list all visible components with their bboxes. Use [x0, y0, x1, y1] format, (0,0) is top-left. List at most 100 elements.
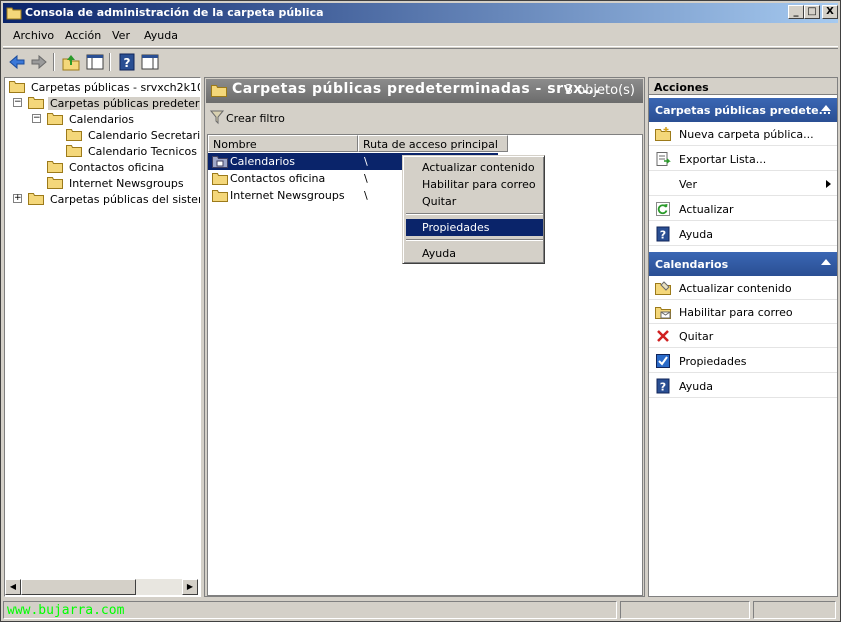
- svg-text:?: ?: [124, 56, 131, 70]
- window-title: Consola de administración de la carpeta …: [25, 6, 324, 19]
- folder-icon: [28, 97, 44, 109]
- column-header-ruta[interactable]: Ruta de acceso principal: [358, 135, 508, 152]
- row-name: Calendarios: [230, 155, 295, 168]
- title-bar[interactable]: Consola de administración de la carpeta …: [3, 3, 838, 23]
- action-quitar[interactable]: Quitar: [649, 324, 837, 348]
- maximize-button[interactable]: □: [804, 5, 820, 19]
- svg-text:?: ?: [660, 381, 666, 394]
- folder-icon: [66, 129, 82, 141]
- action-label: Nueva carpeta pública...: [679, 128, 814, 141]
- action-propiedades[interactable]: Propiedades: [649, 349, 837, 373]
- actions-section-default-folders[interactable]: Carpetas públicas predete...: [649, 98, 837, 122]
- folder-icon: [28, 193, 44, 205]
- expand-toggle[interactable]: +: [13, 194, 22, 203]
- ctx-quitar[interactable]: Quitar: [406, 193, 543, 210]
- collapse-section-icon[interactable]: [821, 105, 831, 111]
- action-actualizar-contenido[interactable]: Actualizar contenido: [649, 276, 837, 300]
- folder-icon: [211, 85, 227, 97]
- collapse-toggle[interactable]: −: [13, 98, 22, 107]
- properties-icon: [656, 354, 670, 368]
- toolbar-separator: [53, 53, 55, 71]
- tree-item-label: Calendarios: [69, 113, 134, 126]
- app-folder-icon: [6, 7, 22, 20]
- results-header: Carpetas públicas predeterminadas - srvx…: [206, 79, 643, 103]
- watermark-text: www.bujarra.com: [7, 603, 125, 618]
- row-path: \: [364, 189, 368, 202]
- menu-ver[interactable]: Ver: [112, 29, 130, 42]
- back-icon[interactable]: [7, 52, 27, 72]
- actions-section-calendarios[interactable]: Calendarios: [649, 252, 837, 276]
- show-hide-tree-icon[interactable]: [85, 52, 105, 72]
- submenu-arrow-icon: [826, 180, 831, 188]
- up-folder-icon[interactable]: [61, 52, 81, 72]
- row-path: \: [364, 155, 368, 168]
- help-icon: ?: [656, 226, 670, 242]
- action-ayuda-calendarios[interactable]: ? Ayuda: [649, 374, 837, 398]
- folder-icon: [212, 190, 228, 202]
- tree-item-label: Carpetas públicas predetermina: [48, 97, 200, 110]
- action-actualizar[interactable]: Actualizar: [649, 197, 837, 221]
- scroll-right-arrow[interactable]: ▶: [182, 579, 198, 595]
- action-nueva-carpeta[interactable]: Nueva carpeta pública...: [649, 122, 837, 146]
- collapse-toggle[interactable]: −: [32, 114, 41, 123]
- console-tree[interactable]: Carpetas públicas - srvxch2k10.tur − Car…: [4, 77, 201, 597]
- column-header-nombre[interactable]: Nombre: [208, 135, 358, 152]
- create-filter-button[interactable]: Crear filtro: [226, 112, 285, 125]
- svg-text:?: ?: [660, 229, 666, 242]
- tree-item-label: Carpetas públicas - srvxch2k10.tur: [31, 81, 200, 94]
- tree-item-label: Contactos oficina: [69, 161, 165, 174]
- folder-icon: [212, 173, 228, 185]
- show-hide-actions-icon[interactable]: [140, 52, 160, 72]
- action-label: Exportar Lista...: [679, 153, 767, 166]
- tree-horizontal-scrollbar[interactable]: ◀ ▶: [5, 579, 198, 595]
- close-button[interactable]: X: [822, 5, 838, 19]
- forward-icon[interactable]: [29, 52, 49, 72]
- action-ayuda[interactable]: ? Ayuda: [649, 222, 837, 246]
- object-count: 3 objeto(s): [564, 83, 635, 98]
- row-name: Internet Newsgroups: [230, 189, 345, 202]
- action-label: Habilitar para correo: [679, 306, 793, 319]
- scroll-left-arrow[interactable]: ◀: [5, 579, 21, 595]
- ctx-actualizar-contenido[interactable]: Actualizar contenido: [406, 159, 543, 176]
- action-exportar-lista[interactable]: Exportar Lista...: [649, 147, 837, 171]
- action-label: Ayuda: [679, 228, 713, 241]
- update-content-icon: [655, 281, 671, 295]
- ctx-ayuda[interactable]: Ayuda: [406, 245, 543, 262]
- ctx-habilitar-para-correo[interactable]: Habilitar para correo: [406, 176, 543, 193]
- refresh-icon: [656, 202, 670, 216]
- section-title: Calendarios: [655, 258, 729, 271]
- new-folder-icon: [655, 127, 671, 141]
- action-ver[interactable]: Ver: [649, 172, 837, 196]
- export-list-icon: [656, 152, 671, 166]
- status-bar: www.bujarra.com: [3, 600, 838, 620]
- action-label: Actualizar contenido: [679, 282, 792, 295]
- remove-icon: [657, 330, 669, 342]
- folder-icon: [47, 113, 63, 125]
- ctx-propiedades[interactable]: Propiedades: [406, 219, 543, 236]
- menu-ayuda[interactable]: Ayuda: [144, 29, 178, 42]
- tree-item-label: Carpetas públicas del sistema: [50, 193, 201, 206]
- toolbar-separator: [109, 53, 111, 71]
- action-label: Ver: [679, 178, 697, 191]
- tree-item-label: Calendario Secretaria: [88, 129, 201, 142]
- action-habilitar-correo[interactable]: Habilitar para correo: [649, 300, 837, 324]
- status-cell-secondary: [620, 601, 750, 619]
- folder-icon: [47, 177, 63, 189]
- menu-accion[interactable]: Acción: [65, 29, 101, 42]
- results-title: Carpetas públicas predeterminadas - srvx…: [232, 81, 601, 97]
- help-icon[interactable]: ?: [117, 52, 137, 72]
- actions-title: Acciones: [649, 78, 837, 95]
- filter-icon[interactable]: [210, 109, 224, 125]
- calendar-folder-icon: [212, 156, 228, 168]
- filter-bar: Crear filtro: [206, 104, 643, 132]
- status-cell-tertiary: [753, 601, 836, 619]
- scroll-thumb[interactable]: [21, 579, 136, 595]
- section-title: Carpetas públicas predete...: [655, 104, 832, 117]
- help-icon: ?: [656, 378, 670, 394]
- mail-enable-icon: [655, 307, 671, 319]
- minimize-button[interactable]: _: [788, 5, 804, 19]
- mmc-window: Consola de administración de la carpeta …: [0, 0, 841, 622]
- collapse-section-icon[interactable]: [821, 259, 831, 265]
- ctx-separator: [406, 239, 543, 241]
- menu-archivo[interactable]: Archivo: [13, 29, 54, 42]
